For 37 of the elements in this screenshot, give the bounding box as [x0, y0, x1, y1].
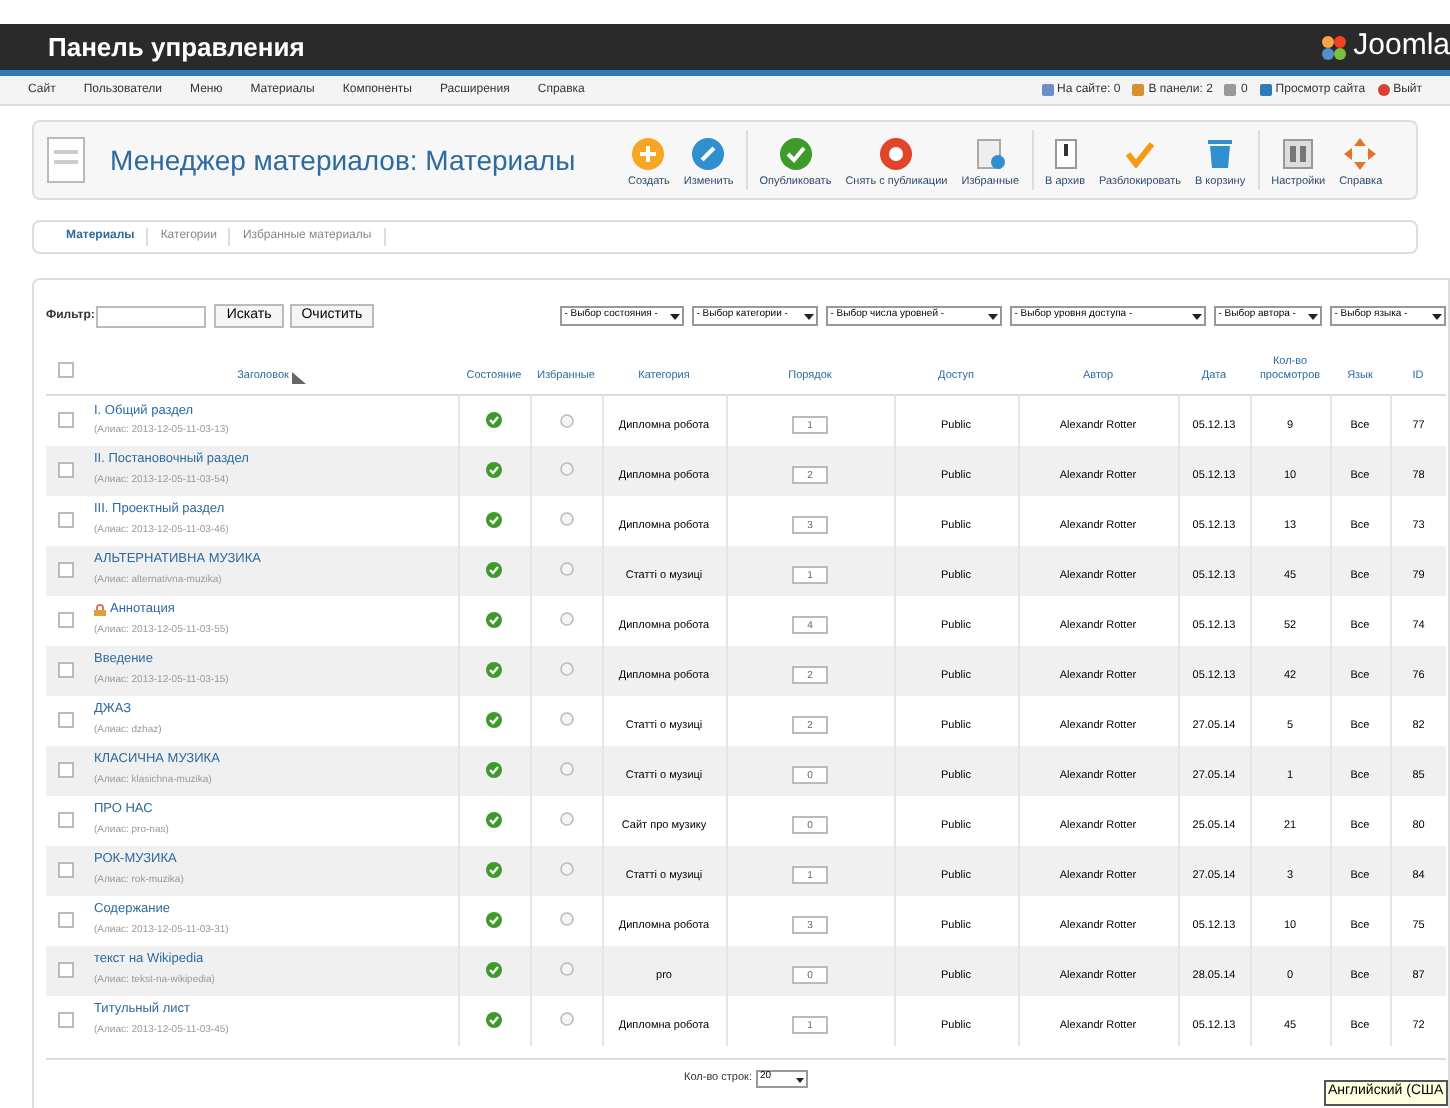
row-checkbox[interactable] — [58, 912, 74, 928]
row-checkbox[interactable] — [58, 962, 74, 978]
logo-icon — [1319, 33, 1348, 61]
row-checkbox[interactable] — [58, 512, 74, 528]
filter-field[interactable] — [96, 305, 207, 327]
trash-icon — [1204, 137, 1237, 170]
caret-icon — [1430, 308, 1445, 324]
caret-icon — [986, 308, 1001, 324]
row-checkbox[interactable] — [58, 1012, 74, 1028]
archive-icon — [1049, 137, 1082, 170]
logo-text: Joomla — [1353, 26, 1450, 67]
document-icon — [974, 137, 1007, 170]
check-icon — [1124, 137, 1156, 170]
row-checkbox[interactable] — [58, 712, 74, 728]
stop-icon — [880, 137, 913, 170]
row-checkbox[interactable] — [58, 612, 74, 628]
document-icon — [46, 136, 86, 184]
plus-icon — [632, 137, 665, 170]
row-checkbox[interactable] — [58, 812, 74, 828]
select-all-checkbox[interactable] — [58, 362, 74, 378]
header-title: Панель управления — [48, 29, 305, 66]
help-icon — [1344, 137, 1377, 170]
row-checkbox[interactable] — [58, 662, 74, 678]
caret-icon — [802, 308, 817, 324]
row-checkbox[interactable] — [58, 562, 74, 578]
row-checkbox[interactable] — [58, 412, 74, 429]
sort-icon — [292, 371, 307, 383]
row-checkbox[interactable] — [58, 862, 74, 878]
caret-icon — [1190, 308, 1205, 324]
options-icon — [1282, 137, 1315, 170]
check-icon — [779, 137, 812, 170]
row-checkbox[interactable] — [58, 462, 74, 478]
pencil-icon — [692, 137, 725, 170]
row-checkbox[interactable] — [58, 762, 74, 778]
caret-icon — [668, 308, 683, 324]
caret-icon — [1306, 308, 1321, 324]
page-title: Менеджер материалов: Материалы — [110, 141, 578, 180]
